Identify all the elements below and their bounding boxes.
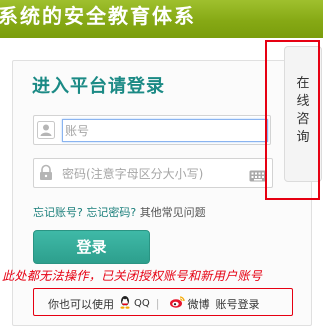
qq-icon xyxy=(118,295,132,312)
consult-highlight-box xyxy=(265,40,320,200)
third-party-login: 你也可以使用 QQ | 微博 账号登录 xyxy=(33,288,293,316)
user-icon xyxy=(37,121,55,139)
login-heading: 进入平台请登录 xyxy=(32,76,165,97)
forgot-password-link[interactable]: 忘记密码? xyxy=(86,206,136,219)
login-button[interactable]: 登录 xyxy=(33,230,150,264)
account-login-label: 账号登录 xyxy=(215,297,260,311)
warning-annotation: 此处都无法操作，已关闭授权账号和新用户账号 xyxy=(2,269,263,283)
username-input[interactable] xyxy=(62,119,268,142)
username-field[interactable] xyxy=(33,115,271,145)
weibo-icon xyxy=(169,295,186,312)
password-input[interactable] xyxy=(62,162,252,185)
help-links: 忘记账号? 忘记密码? 其他常见问题 xyxy=(33,204,206,220)
qq-login-link[interactable]: QQ xyxy=(118,295,150,312)
third-party-prefix: 你也可以使用 xyxy=(48,297,114,311)
password-field[interactable] xyxy=(33,158,273,188)
forgot-account-link[interactable]: 忘记账号? xyxy=(33,206,83,219)
lock-icon xyxy=(37,164,55,182)
qq-label: QQ xyxy=(134,298,150,309)
weibo-label: 微博 xyxy=(187,297,210,311)
weibo-login-link[interactable]: 微博 xyxy=(169,295,209,312)
top-banner: 系统的安全教育体系 xyxy=(0,0,323,38)
banner-title: 系统的安全教育体系 xyxy=(0,4,196,28)
faq-link[interactable]: 其他常见问题 xyxy=(140,206,206,219)
separator: | xyxy=(155,297,160,310)
